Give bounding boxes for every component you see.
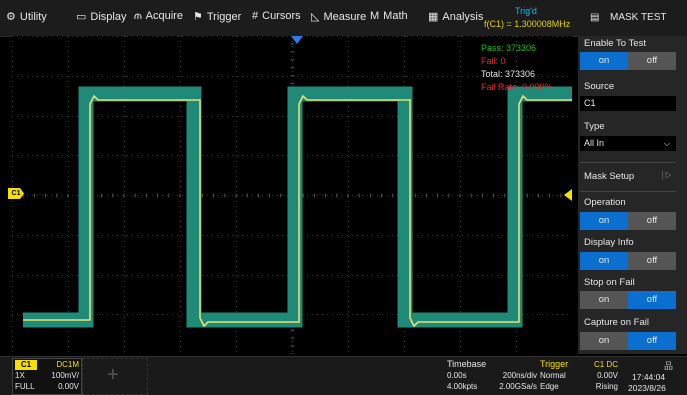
operation-off[interactable]: off [628, 212, 676, 230]
channel-probe: 1X [15, 371, 25, 380]
operation-section: Operation on off [580, 194, 676, 230]
acquire-icon: ⫙ [134, 10, 142, 22]
analysis-icon: ▦ [428, 11, 439, 23]
source-value[interactable]: C1 [580, 96, 676, 111]
type-label: Type [584, 121, 605, 132]
operation-label: Operation [584, 197, 626, 208]
capture-on-fail-off[interactable]: off [628, 332, 676, 350]
mask-total-count: Total: 373306 [481, 69, 536, 79]
source-section[interactable]: Source C1 [580, 78, 676, 112]
trigger-level: 0.00V [597, 371, 618, 380]
menu-analysis[interactable]: ▦ Analysis [428, 10, 483, 23]
operation-toggle[interactable]: on off [580, 212, 676, 230]
enable-to-test-on[interactable]: on [580, 52, 628, 70]
trigger-position-marker[interactable] [291, 36, 303, 44]
gear-icon: ⚙ [6, 11, 16, 23]
clock-date: 2023/8/26 [628, 383, 666, 393]
menu-trigger-label: Trigger [206, 11, 242, 23]
plus-icon: + [107, 364, 119, 386]
channel-scale: 100mV/ [51, 371, 79, 380]
display-info-section: Display Info on off [580, 234, 676, 270]
channel-coupling: DC1M [56, 360, 79, 369]
menu-math[interactable]: M Math [370, 10, 408, 22]
channel-label: C1 [15, 360, 37, 370]
trigger-mode: Normal [540, 371, 566, 380]
mask-setup-label: Mask Setup [584, 171, 635, 182]
cursors-icon: # [252, 10, 259, 22]
type-select[interactable]: All In ⌵ [580, 136, 676, 151]
enable-to-test-label: Enable To Test [584, 38, 646, 49]
timebase-scale: 200ns/div [502, 371, 537, 380]
display-icon: ▭ [76, 11, 87, 23]
trigger-slope: Rising [595, 382, 618, 391]
trigger-box[interactable]: Trigger C1 DC Normal 0.00V Edge Rising [538, 358, 620, 393]
submenu-arrow-icon: ⏐▷ [660, 171, 672, 180]
trigger-source: C1 DC [593, 360, 618, 369]
enable-to-test-off[interactable]: off [628, 52, 676, 70]
frequency-counter: f(C1) = 1.300008MHz [484, 19, 571, 29]
mask-band [23, 86, 572, 328]
timebase-box[interactable]: Timebase 0.00s 200ns/div 4.00kpts 2.00GS… [445, 358, 537, 393]
flag-icon: ⚑ [193, 11, 203, 23]
channel-info-box[interactable]: C1 DC1M 1X 100mV/ FULL 0.00V [12, 358, 82, 395]
math-icon: M [370, 10, 380, 22]
menu-analysis-label: Analysis [442, 11, 484, 23]
source-label: Source [584, 81, 615, 92]
timebase-points: 4.00kpts [447, 382, 478, 391]
network-icon: 品 [664, 361, 674, 371]
capture-on-fail-toggle[interactable]: on off [580, 332, 676, 350]
capture-on-fail-label: Capture on Fail [584, 317, 649, 328]
channel-offset: 0.00V [58, 382, 79, 391]
panel-title: MASK TEST [610, 12, 667, 23]
mask-pass-count: Pass: 373306 [481, 43, 537, 53]
menu-display[interactable]: ▭ Display [76, 10, 126, 23]
operation-on[interactable]: on [580, 212, 628, 230]
menu-math-label: Math [383, 10, 408, 22]
timebase-label: Timebase [447, 359, 487, 369]
menu-utility-label: Utility [19, 11, 47, 23]
stop-on-fail-label: Stop on Fail [584, 277, 635, 288]
menu-trigger[interactable]: ⚑ Trigger [193, 10, 241, 23]
trigger-level-marker[interactable] [564, 189, 572, 201]
stop-on-fail-on[interactable]: on [580, 291, 628, 309]
timebase-sample-rate: 2.00GSa/s [499, 382, 537, 391]
menu-measure-label: Measure [323, 11, 367, 23]
menu-acquire[interactable]: ⫙ Acquire [134, 10, 183, 23]
trigger-status: Trig'd [515, 6, 537, 16]
measure-icon: ◺ [311, 11, 320, 23]
add-channel-button[interactable]: + [82, 358, 148, 395]
clock-box: 品 17:44:04 2023/8/26 [624, 358, 686, 393]
enable-to-test-section: Enable To Test on off [580, 36, 676, 72]
chevron-down-icon: ⌵ [663, 139, 670, 148]
mask-fail-rate: Fail Rate: 0.000% [481, 82, 553, 92]
capture-on-fail-on[interactable]: on [580, 332, 628, 350]
trigger-label: Trigger [540, 359, 569, 369]
trigger-type: Edge [540, 382, 559, 391]
display-info-toggle[interactable]: on off [580, 252, 676, 270]
type-section[interactable]: Type All In ⌵ [580, 118, 676, 152]
menu-cursors-label: Cursors [262, 10, 301, 22]
display-info-label: Display Info [584, 237, 634, 248]
menu-acquire-label: Acquire [145, 10, 183, 22]
channel-bandwidth: FULL [15, 382, 35, 391]
mask-test-icon: ▤ [590, 12, 600, 23]
menu-measure[interactable]: ◺ Measure [311, 10, 366, 23]
display-info-off[interactable]: off [628, 252, 676, 270]
stop-on-fail-off[interactable]: off [628, 291, 676, 309]
enable-to-test-toggle[interactable]: on off [580, 52, 676, 70]
mask-fail-count: Fail: 0 [481, 56, 506, 66]
display-info-on[interactable]: on [580, 252, 628, 270]
stop-on-fail-toggle[interactable]: on off [580, 291, 676, 309]
mask-setup-button[interactable]: Mask Setup ⏐▷ [580, 162, 676, 192]
stop-on-fail-section: Stop on Fail on off [580, 274, 676, 310]
clock-time: 17:44:04 [632, 372, 666, 382]
timebase-delay: 0.00s [447, 371, 467, 380]
menu-utility[interactable]: ⚙ Utility [6, 10, 47, 23]
type-value: All In [584, 138, 605, 148]
menu-cursors[interactable]: # Cursors [252, 10, 301, 22]
menu-display-label: Display [90, 11, 127, 23]
capture-on-fail-section: Capture on Fail on off [580, 314, 676, 352]
